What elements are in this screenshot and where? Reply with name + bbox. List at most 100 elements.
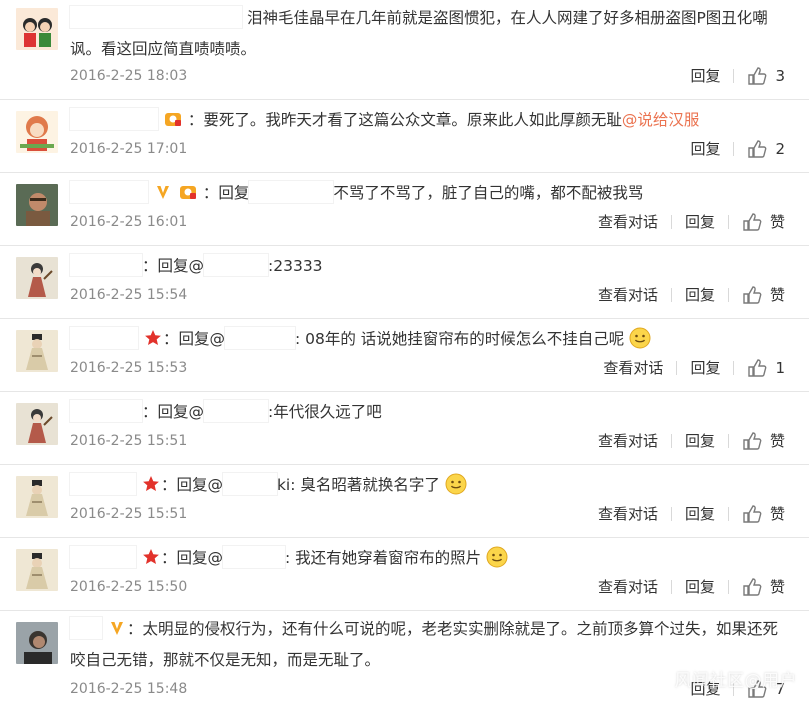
comment-actions: 查看对话 回复 赞 (598, 285, 785, 305)
divider (670, 507, 672, 521)
divider (733, 142, 735, 156)
like-label: 赞 (769, 505, 785, 523)
username[interactable] (70, 546, 136, 568)
timestamp: 2016-2-25 15:53 (70, 360, 188, 376)
like-count: 1 (775, 359, 785, 377)
username[interactable] (70, 473, 136, 495)
comment-text: ：回复@: 我还有她穿着窗帘布的照片 (70, 543, 790, 573)
view-conversation-button[interactable]: 查看对话 (603, 358, 663, 378)
reply-button[interactable]: 回复 (690, 139, 720, 159)
like-button[interactable]: 2 (747, 139, 785, 159)
comment-item: ：要死了。我昨天才看了这篇公众文章。原来此人如此厚颜无耻@说给汉服 2016-2… (0, 100, 809, 173)
comment-actions: 查看对话 回复 赞 (598, 577, 785, 597)
reply-target-name[interactable] (222, 473, 277, 495)
view-conversation-button[interactable]: 查看对话 (598, 431, 658, 451)
avatar[interactable] (16, 622, 58, 664)
comment-actions: 查看对话 回复 赞 (598, 504, 785, 524)
view-conversation-button[interactable]: 查看对话 (598, 212, 658, 232)
comment-item: ：太明显的侵权行为，还有什么可说的呢，老老实实删除就是了。之前顶多算个过失，如果… (0, 611, 809, 707)
comment-actions: 回复 2 (690, 139, 785, 159)
divider (727, 215, 729, 229)
verified-v-icon (108, 619, 126, 637)
thumbs-up-icon (742, 285, 762, 305)
thumbs-up-icon (747, 358, 767, 378)
avatar[interactable] (16, 184, 58, 226)
red-star-icon (142, 475, 160, 493)
thumbs-up-icon (742, 212, 762, 232)
comment-item: ：回复@: 08年的 话说她挂窗帘布的时候怎么不挂自己呢 2016-2-25 1… (0, 319, 809, 392)
divider (670, 434, 672, 448)
username[interactable] (70, 254, 142, 276)
like-label: 赞 (769, 213, 785, 231)
comment-text: ：回复@ ki: 臭名昭著就换名字了 (70, 470, 790, 500)
like-label: 赞 (769, 286, 785, 304)
comment-actions: 查看对话 回复 赞 (598, 212, 785, 232)
view-conversation-button[interactable]: 查看对话 (598, 504, 658, 524)
comment-item: ：回复@ ki: 臭名昭著就换名字了 2016-2-25 15:51 查看对话 回… (0, 465, 809, 538)
like-button[interactable]: 赞 (742, 577, 785, 597)
divider (670, 215, 672, 229)
divider (727, 434, 729, 448)
reply-button[interactable]: 回复 (685, 212, 715, 232)
like-button[interactable]: 1 (747, 358, 785, 378)
like-button[interactable]: 3 (747, 66, 785, 86)
reply-button[interactable]: 回复 (685, 504, 715, 524)
mention-link[interactable]: @说给汉服 (622, 111, 700, 129)
reply-target-name[interactable] (249, 181, 334, 203)
avatar[interactable] (16, 257, 58, 299)
avatar[interactable] (16, 111, 58, 153)
reply-target-name[interactable] (204, 400, 269, 422)
comment-item: ：回复@:年代很久远了吧 2016-2-25 15:51 查看对话 回复 赞 (0, 392, 809, 465)
reply-button[interactable]: 回复 (685, 577, 715, 597)
divider (727, 507, 729, 521)
comment-feed: 泪神毛佳晶早在几年前就是盗图惯犯，在人人网建了好多相册盗图P图丑化嘲讽。看这回应… (0, 0, 809, 707)
smiley-emoji-icon (486, 546, 508, 568)
avatar[interactable] (16, 549, 58, 591)
avatar[interactable] (16, 330, 58, 372)
divider (733, 69, 735, 83)
comment-text: 泪神毛佳晶早在几年前就是盗图惯犯，在人人网建了好多相册盗图P图丑化嘲讽。看这回应… (70, 3, 790, 65)
watermark: 风闻社区@用户 (674, 671, 797, 691)
timestamp: 2016-2-25 16:01 (70, 214, 188, 230)
comment-item: 泪神毛佳晶早在几年前就是盗图惯犯，在人人网建了好多相册盗图P图丑化嘲讽。看这回应… (0, 0, 809, 100)
comment-actions: 查看对话 回复 赞 (598, 431, 785, 451)
reply-target-name[interactable] (224, 327, 295, 349)
thumbs-up-icon (747, 139, 767, 159)
avatar[interactable] (16, 8, 58, 50)
like-button[interactable]: 赞 (742, 504, 785, 524)
timestamp: 2016-2-25 15:51 (70, 433, 188, 449)
view-conversation-button[interactable]: 查看对话 (598, 577, 658, 597)
thumbs-up-icon (742, 577, 762, 597)
timestamp: 2016-2-25 17:01 (70, 141, 188, 157)
comment-item: ：回复@:23333 2016-2-25 15:54 查看对话 回复 赞 (0, 246, 809, 319)
username[interactable] (70, 400, 142, 422)
timestamp: 2016-2-25 15:54 (70, 287, 188, 303)
like-button[interactable]: 赞 (742, 431, 785, 451)
divider (670, 580, 672, 594)
reply-button[interactable]: 回复 (685, 285, 715, 305)
avatar[interactable] (16, 476, 58, 518)
username[interactable] (70, 327, 138, 349)
view-conversation-button[interactable]: 查看对话 (598, 285, 658, 305)
timestamp: 2016-2-25 15:48 (70, 681, 188, 697)
username[interactable] (70, 6, 242, 28)
timestamp: 2016-2-25 15:50 (70, 579, 188, 595)
username[interactable] (70, 617, 102, 639)
member-badge-icon (164, 110, 182, 128)
comment-item: ：回复@: 我还有她穿着窗帘布的照片 2016-2-25 15:50 查看对话 … (0, 538, 809, 611)
reply-button[interactable]: 回复 (690, 66, 720, 86)
timestamp: 2016-2-25 18:03 (70, 68, 188, 84)
reply-button[interactable]: 回复 (685, 431, 715, 451)
username[interactable] (70, 108, 158, 130)
like-button[interactable]: 赞 (742, 212, 785, 232)
reply-target-name[interactable] (222, 546, 285, 568)
reply-button[interactable]: 回复 (690, 358, 720, 378)
divider (727, 580, 729, 594)
username[interactable] (70, 181, 148, 203)
like-count: 2 (775, 140, 785, 158)
smiley-emoji-icon (629, 327, 651, 349)
reply-target-name[interactable] (204, 254, 269, 276)
avatar[interactable] (16, 403, 58, 445)
like-button[interactable]: 赞 (742, 285, 785, 305)
like-label: 赞 (769, 432, 785, 450)
